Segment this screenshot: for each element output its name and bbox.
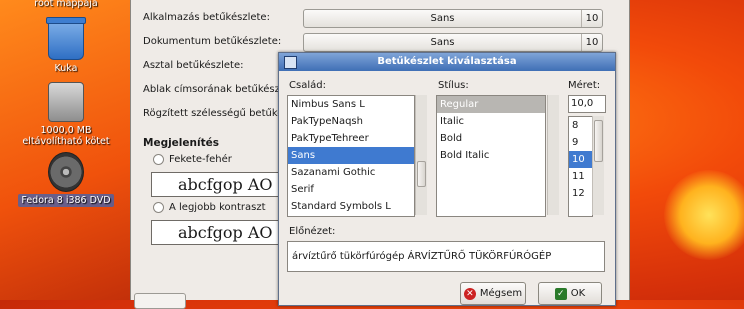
ok-icon: ✓	[554, 287, 567, 300]
dvd-icon	[48, 152, 84, 192]
desktop-icon-removable-disk[interactable]: 1000,0 MB eltávolítható kötet	[14, 82, 118, 147]
style-item-selected[interactable]: Regular	[437, 96, 545, 113]
size-item[interactable]: 8	[569, 117, 592, 134]
family-label: Család:	[289, 80, 326, 91]
font-button-name: Sans	[430, 13, 455, 24]
style-label: Stílus:	[438, 80, 469, 91]
preview-text-field[interactable]: árvíztűrő tükörfúrógép ÁRVÍZTŰRŐ TÜKÖRFÚ…	[287, 241, 605, 272]
size-item-selected[interactable]: 10	[569, 151, 592, 168]
size-item[interactable]: 12	[569, 185, 592, 202]
style-item[interactable]: Bold Italic	[437, 147, 545, 164]
style-list[interactable]: Regular Italic Bold Bold Italic	[436, 95, 546, 217]
desktop-font-label: Asztal betűkészlete:	[143, 60, 244, 71]
radio-label: Fekete-fehér	[169, 154, 232, 165]
desktop-icon-dvd[interactable]: Fedora 8 i386 DVD	[14, 152, 118, 207]
radio-button[interactable]	[153, 154, 164, 165]
dialog-title: Betűkészlet kiválasztása	[377, 56, 517, 67]
family-item[interactable]: Sazanami Gothic	[288, 164, 414, 181]
family-scrollbar[interactable]	[415, 95, 427, 215]
radio-label: A legjobb kontraszt	[169, 202, 266, 213]
cancel-button[interactable]: ✕ Mégsem	[460, 282, 526, 305]
desktop-icon-label-line1: 1000,0 MB	[40, 125, 92, 136]
radio-button[interactable]	[153, 202, 164, 213]
size-item[interactable]: 9	[569, 134, 592, 151]
desktop-icon-label: root mappája	[34, 0, 98, 9]
size-item[interactable]: 11	[569, 168, 592, 185]
size-input[interactable]: 10,0	[568, 95, 606, 113]
style-scrollbar[interactable]	[547, 95, 559, 215]
flower-center-decoration	[664, 170, 744, 260]
font-chooser-dialog: Betűkészlet kiválasztása Család: Stílus:…	[278, 52, 616, 306]
font-button-size: 10	[581, 10, 602, 27]
family-item[interactable]: Standard Symbols L	[288, 198, 414, 215]
family-item-selected[interactable]: Sans	[288, 147, 414, 164]
font-button-name: Sans	[430, 37, 455, 48]
rendering-option-monochrome[interactable]: Fekete-fehér	[153, 154, 232, 165]
style-item[interactable]: Bold	[437, 130, 545, 147]
desktop-icon-label-line2: eltávolítható kötet	[22, 136, 110, 147]
family-item[interactable]: PakTypeNaqsh	[288, 113, 414, 130]
family-list[interactable]: Nimbus Sans L PakTypeNaqsh PakTypeTehree…	[287, 95, 415, 217]
ok-button-label: OK	[570, 288, 586, 299]
preview-label: Előnézet:	[289, 226, 336, 237]
dialog-titlebar[interactable]: Betűkészlet kiválasztása	[279, 53, 615, 71]
removable-disk-icon	[48, 82, 84, 122]
desktop-icon-label: Fedora 8 i386 DVD	[18, 194, 114, 207]
desktop-icon-trash[interactable]: Kuka	[14, 17, 118, 74]
font-button-size: 10	[581, 34, 602, 51]
document-font-label: Dokumentum betűkészlete:	[143, 36, 282, 47]
cancel-icon: ✕	[463, 287, 476, 300]
application-font-label: Alkalmazás betűkészlete:	[143, 12, 270, 23]
desktop-icon-label: Kuka	[54, 63, 78, 74]
size-list[interactable]: 8 9 10 11 12	[568, 116, 593, 217]
family-item[interactable]: Nimbus Sans L	[288, 96, 414, 113]
trash-icon	[46, 17, 86, 60]
ok-button[interactable]: ✓ OK	[538, 282, 602, 305]
style-item[interactable]: Italic	[437, 113, 545, 130]
rendering-section-title: Megjelenítés	[143, 137, 219, 149]
scrollbar-thumb[interactable]	[417, 161, 426, 187]
family-item[interactable]: PakTypeTehreer	[288, 130, 414, 147]
details-button[interactable]	[134, 293, 186, 309]
application-font-button[interactable]: Sans 10	[303, 9, 603, 28]
cancel-button-label: Mégsem	[479, 288, 523, 299]
size-scrollbar[interactable]	[592, 116, 604, 215]
family-item[interactable]: Serif	[288, 181, 414, 198]
scrollbar-thumb[interactable]	[594, 120, 603, 162]
size-label: Méret:	[568, 80, 601, 91]
window-menu-icon[interactable]	[284, 56, 297, 69]
desktop-icon-home[interactable]: root mappája	[14, 0, 118, 9]
document-font-button[interactable]: Sans 10	[303, 33, 603, 52]
rendering-option-best-contrast[interactable]: A legjobb kontraszt	[153, 202, 266, 213]
